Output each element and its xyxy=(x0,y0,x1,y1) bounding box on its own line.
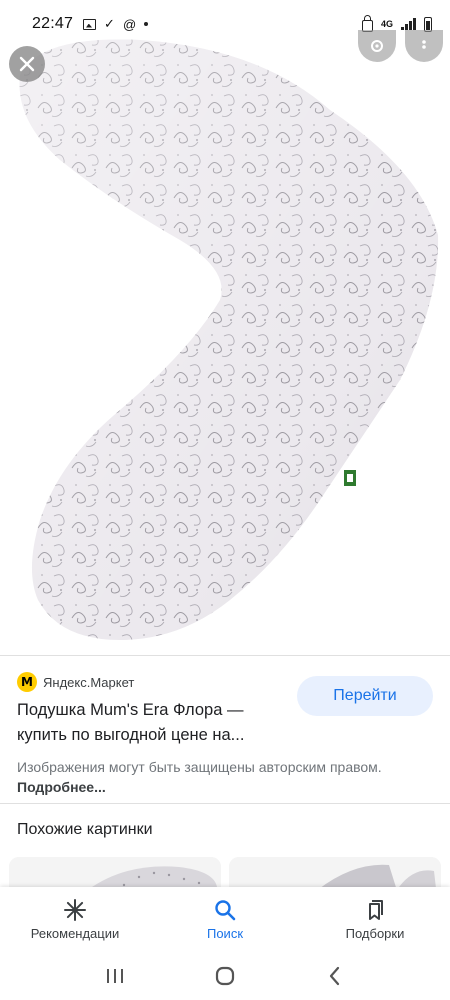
pillow-photo[interactable] xyxy=(0,0,450,655)
nav-collections[interactable]: Подборки xyxy=(300,887,450,952)
status-time: 22:47 xyxy=(32,15,74,32)
nav-search[interactable]: Поиск xyxy=(150,887,300,952)
lens-icon xyxy=(371,40,383,52)
more-notifications-dot-icon xyxy=(144,22,149,26)
gallery-notification-icon xyxy=(83,18,97,30)
close-icon xyxy=(19,56,35,72)
result-title-line1: Подушка Mum's Era Флора — xyxy=(17,701,244,719)
bookmarks-icon xyxy=(369,900,383,920)
result-title[interactable]: Подушка Mum's Era Флора — купить по выго… xyxy=(17,698,287,748)
nav-recommendations-label: Рекомендации xyxy=(30,926,120,941)
home-icon[interactable] xyxy=(213,964,237,988)
system-navigation-bar xyxy=(0,952,450,1000)
feather-notification-icon: ✓ xyxy=(104,16,115,31)
copyright-notice-text: Изображения могут быть защищены авторски… xyxy=(17,759,382,775)
nav-collections-label: Подборки xyxy=(345,926,405,941)
nav-search-label: Поиск xyxy=(206,926,244,941)
source-name: Яндекс.Маркет xyxy=(43,674,135,690)
more-vertical-icon xyxy=(422,40,426,49)
nav-recommendations[interactable]: Рекомендации xyxy=(0,887,150,952)
learn-more-link[interactable]: Подробнее... xyxy=(17,779,106,795)
image-viewer: 22:47 ✓ @ 4G xyxy=(0,0,450,655)
network-type: 4G xyxy=(380,19,393,29)
recent-apps-icon[interactable] xyxy=(103,966,127,986)
source-site[interactable]: M Яндекс.Маркет xyxy=(17,672,134,692)
at-sign-icon: @ xyxy=(122,16,137,32)
visit-button[interactable]: Перейти xyxy=(297,676,433,716)
signal-icon xyxy=(401,18,416,30)
asterisk-icon xyxy=(64,899,86,921)
close-button[interactable] xyxy=(9,46,45,82)
result-info-panel: M Яндекс.Маркет Подушка Mum's Era Флора … xyxy=(0,655,450,845)
search-icon xyxy=(215,900,236,921)
similar-images-heading: Похожие картинки xyxy=(17,821,153,838)
bottom-navigation: Рекомендации Поиск Подборки xyxy=(0,887,450,952)
result-title-line2: купить по выгодной цене на... xyxy=(17,726,245,744)
copyright-notice: Изображения могут быть защищены авторски… xyxy=(17,757,437,797)
divider xyxy=(0,803,450,804)
yandex-market-logo-icon: M xyxy=(17,672,37,692)
back-icon[interactable] xyxy=(323,964,347,988)
